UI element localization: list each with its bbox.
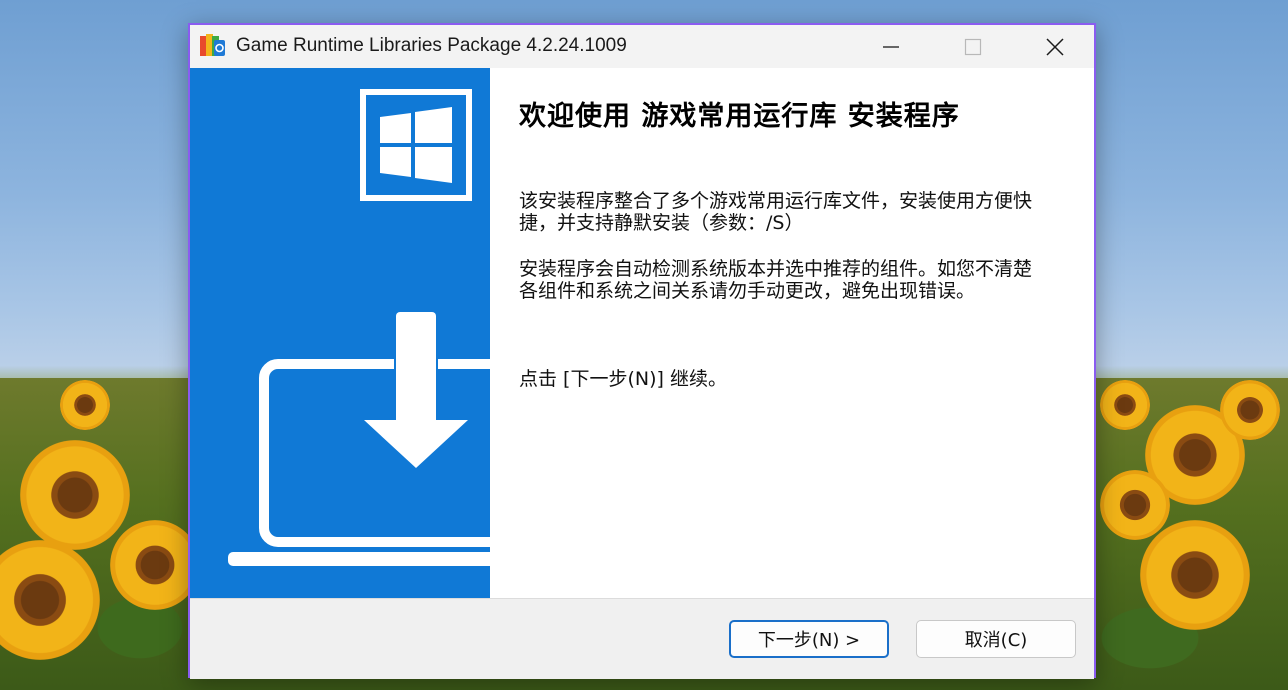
sunflower [20, 440, 130, 550]
sunflower [1220, 380, 1280, 440]
sunflower [60, 380, 110, 430]
maximize-button [944, 25, 1002, 68]
laptop-icon [228, 359, 490, 566]
colorful-package-icon [198, 32, 226, 60]
installer-window: Game Runtime Libraries Package 4.2.24.10… [188, 23, 1096, 679]
sunflower [110, 520, 200, 610]
continue-hint: 点击 [下一步(N)] 继续。 [519, 368, 727, 390]
detection-paragraph: 安装程序会自动检测系统版本并选中推荐的组件。如您不清楚各组件和系统之间关系请勿手… [519, 258, 1033, 302]
wizard-content: 欢迎使用 游戏常用运行库 安装程序 该安装程序整合了多个游戏常用运行库文件，安装… [190, 68, 1094, 598]
welcome-heading: 欢迎使用 游戏常用运行库 安装程序 [519, 101, 960, 132]
close-icon [1046, 37, 1064, 56]
maximize-icon [964, 38, 982, 55]
minimize-button[interactable] [862, 25, 920, 68]
close-button[interactable] [1026, 25, 1084, 68]
side-banner [190, 68, 490, 598]
next-button[interactable]: 下一步(N) > [729, 620, 889, 658]
sunflower [1100, 380, 1150, 430]
sunflower [1140, 520, 1250, 630]
button-bar: 下一步(N) > 取消(C) [190, 598, 1094, 679]
title-bar[interactable]: Game Runtime Libraries Package 4.2.24.10… [190, 25, 1094, 68]
minimize-icon [883, 45, 899, 48]
cancel-button[interactable]: 取消(C) [916, 620, 1076, 658]
intro-paragraph: 该安装程序整合了多个游戏常用运行库文件，安装使用方便快捷，并支持静默安装（参数：… [519, 190, 1033, 234]
window-title: Game Runtime Libraries Package 4.2.24.10… [236, 35, 627, 56]
welcome-panel: 欢迎使用 游戏常用运行库 安装程序 该安装程序整合了多个游戏常用运行库文件，安装… [490, 68, 1094, 598]
download-arrow-icon [364, 312, 468, 468]
sunflower [1100, 470, 1170, 540]
windows-logo-icon [360, 89, 472, 201]
